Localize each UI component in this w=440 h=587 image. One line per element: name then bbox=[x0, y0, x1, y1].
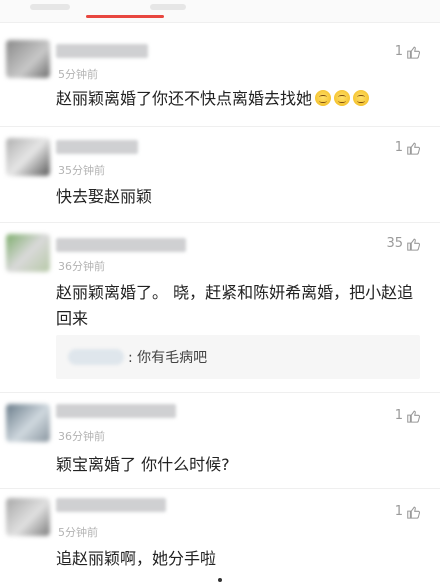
comment-text: 快去娶赵丽颖 bbox=[56, 187, 153, 206]
username[interactable] bbox=[56, 44, 148, 58]
thumb-up-icon bbox=[407, 410, 420, 423]
comment-body: 颖宝离婚了 你什么时候? bbox=[56, 452, 416, 478]
like-button[interactable]: 1 bbox=[395, 44, 420, 59]
comment-item: 36分钟前 1 颖宝离婚了 你什么时候? bbox=[0, 392, 440, 488]
thumb-up-icon bbox=[407, 46, 420, 59]
comment-time: 36分钟前 bbox=[58, 430, 105, 443]
reply-username[interactable] bbox=[68, 349, 124, 365]
comment-text: 颖宝离婚了 你什么时候? bbox=[56, 455, 230, 474]
comment-text: 赵丽颖离婚了你还不快点离婚去找她 bbox=[56, 89, 313, 108]
thumb-up-icon bbox=[407, 142, 420, 155]
tab-right[interactable] bbox=[150, 4, 186, 10]
top-tab-bar bbox=[0, 0, 440, 23]
avatar[interactable] bbox=[6, 234, 50, 272]
active-tab-indicator bbox=[86, 15, 164, 18]
thumb-up-icon bbox=[407, 238, 420, 251]
comment-time: 5分钟前 bbox=[58, 526, 98, 539]
comment-item: 35分钟前 1 快去娶赵丽颖 bbox=[0, 126, 440, 222]
like-count: 1 bbox=[394, 504, 403, 519]
page-indicator bbox=[218, 578, 222, 582]
smile-emoji-icon bbox=[353, 90, 370, 106]
smile-emoji-icon bbox=[315, 90, 332, 106]
reply-preview[interactable]: : 你有毛病吧 bbox=[56, 335, 420, 379]
like-button[interactable]: 35 bbox=[386, 236, 420, 251]
like-button[interactable]: 1 bbox=[395, 408, 420, 423]
thumb-up-icon bbox=[407, 506, 420, 519]
comment-body: 赵丽颖离婚了你还不快点离婚去找她 bbox=[56, 86, 416, 112]
comment-time: 35分钟前 bbox=[58, 164, 105, 177]
avatar[interactable] bbox=[6, 404, 50, 442]
smile-emoji-icon bbox=[334, 90, 351, 106]
comment-body: 快去娶赵丽颖 bbox=[56, 184, 416, 210]
like-count: 1 bbox=[394, 44, 403, 59]
comment-time: 36分钟前 bbox=[58, 260, 105, 273]
like-button[interactable]: 1 bbox=[395, 504, 420, 519]
tab-left[interactable] bbox=[30, 4, 70, 10]
comment-item: 5分钟前 1 赵丽颖离婚了你还不快点离婚去找她 bbox=[0, 28, 440, 126]
like-count: 1 bbox=[394, 408, 403, 423]
like-count: 1 bbox=[394, 140, 403, 155]
username[interactable] bbox=[56, 140, 138, 154]
like-button[interactable]: 1 bbox=[395, 140, 420, 155]
avatar[interactable] bbox=[6, 138, 50, 176]
reply-text: : 你有毛病吧 bbox=[128, 350, 208, 366]
comment-item: 5分钟前 1 追赵丽颖啊，她分手啦 bbox=[0, 488, 440, 587]
username[interactable] bbox=[56, 404, 176, 418]
comment-text: 赵丽颖离婚了。 晓，赶紧和陈妍希离婚，把小赵追回来 bbox=[56, 283, 414, 328]
avatar[interactable] bbox=[6, 498, 50, 536]
comment-body: 追赵丽颖啊，她分手啦 bbox=[56, 546, 416, 572]
username[interactable] bbox=[56, 238, 186, 252]
avatar[interactable] bbox=[6, 40, 50, 78]
like-count: 35 bbox=[386, 236, 403, 251]
comment-body: 赵丽颖离婚了。 晓，赶紧和陈妍希离婚，把小赵追回来 bbox=[56, 280, 416, 332]
username[interactable] bbox=[56, 498, 166, 512]
comment-time: 5分钟前 bbox=[58, 68, 98, 81]
comment-text: 追赵丽颖啊，她分手啦 bbox=[56, 549, 217, 568]
